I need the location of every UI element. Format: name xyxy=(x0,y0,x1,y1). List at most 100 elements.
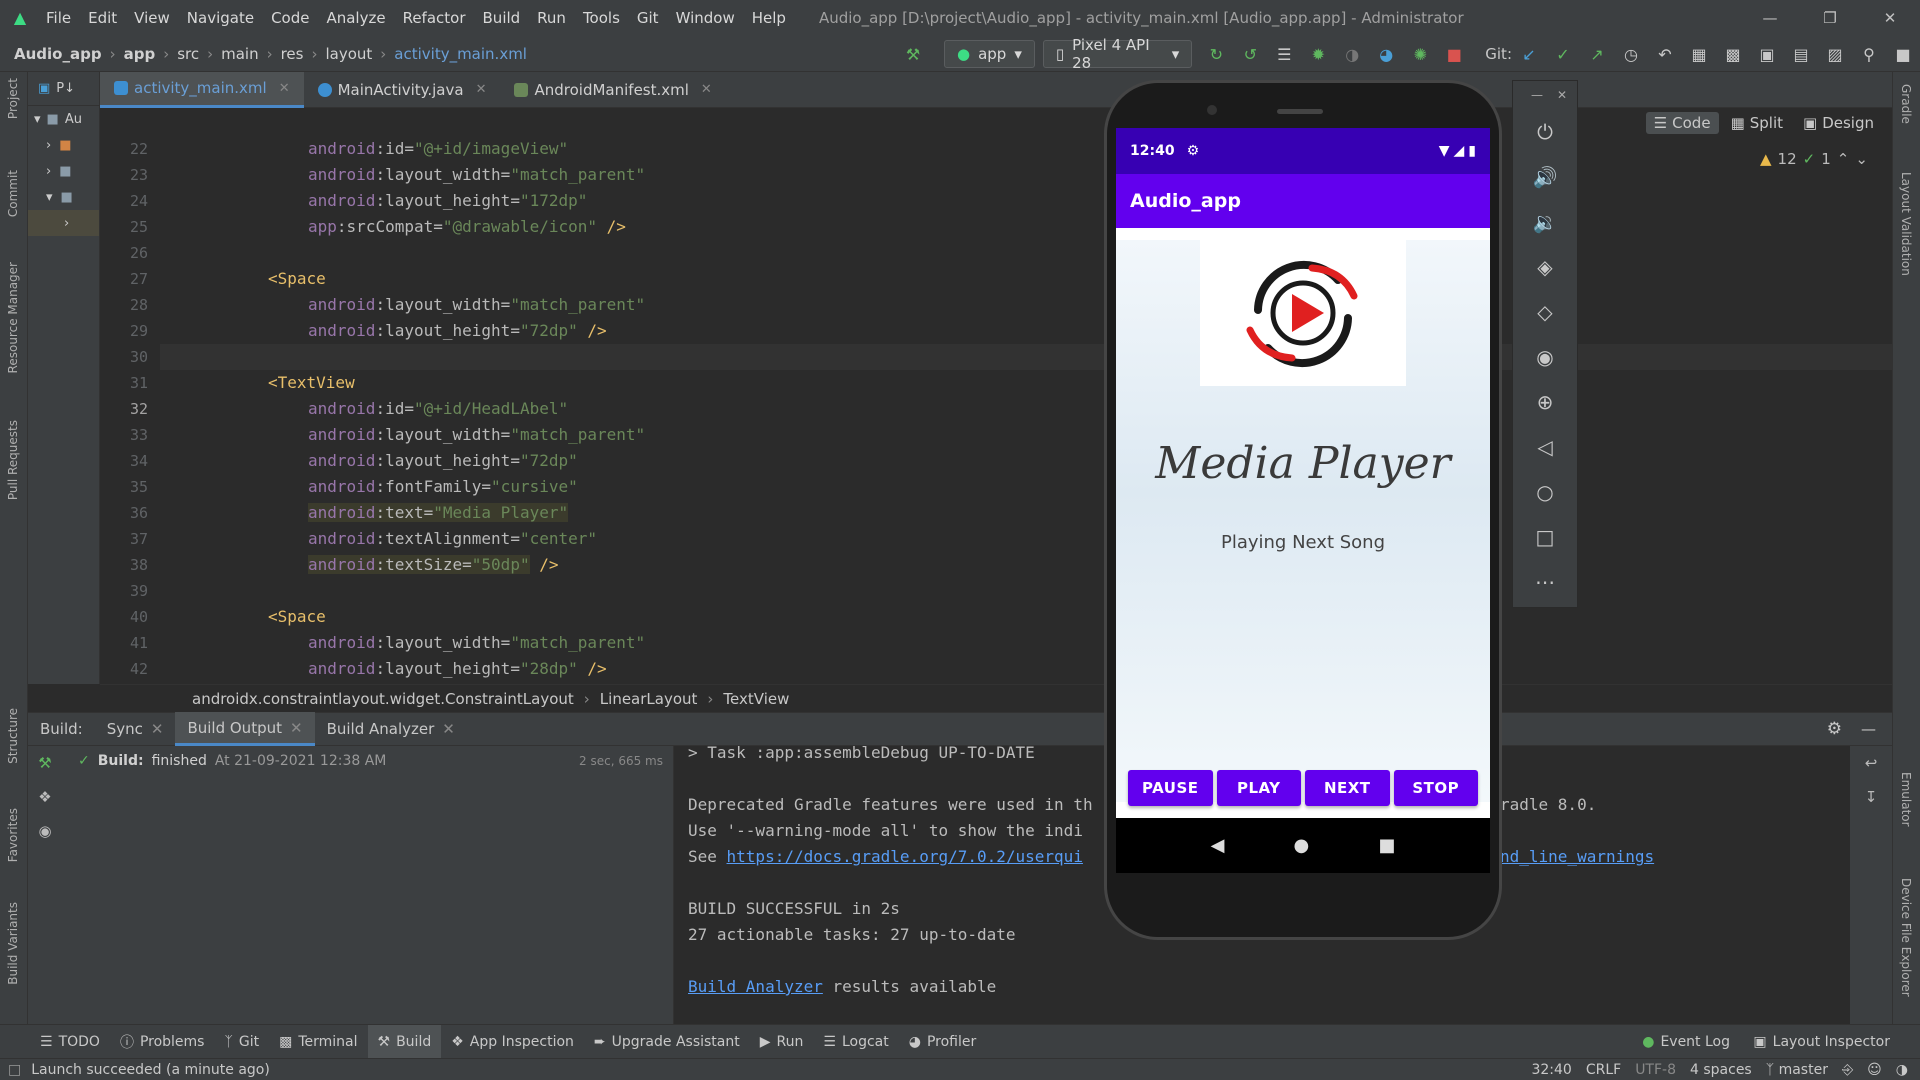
status-window-icon[interactable]: □ xyxy=(8,1062,21,1078)
gradle-docs-link-tail[interactable]: nd_line_warnings xyxy=(1500,844,1654,870)
volume-up-icon[interactable]: 🔊 xyxy=(1513,154,1577,199)
project-root-item[interactable]: ▾ ■ Au xyxy=(28,106,99,132)
soft-wrap-icon[interactable]: ↩ xyxy=(1850,746,1892,780)
tab-build-output[interactable]: Build Output ✕ xyxy=(175,712,315,746)
git-branch[interactable]: ᛉ master xyxy=(1766,1062,1828,1078)
tool-run[interactable]: ▶ Run xyxy=(750,1025,814,1059)
hide-panel-icon[interactable]: — xyxy=(1861,720,1876,738)
menu-run[interactable]: Run xyxy=(537,9,566,27)
code-editor[interactable]: ☰ Code ▦ Split ▣ Design ▲ 12 ✓ 1 ⌃ ⌄ 22 23 24… xyxy=(100,108,1892,684)
lock-icon[interactable]: ⎆ xyxy=(1842,1062,1853,1078)
breadcrumb-file[interactable]: activity_main.xml xyxy=(394,45,527,63)
tool-todo[interactable]: ☰ TODO xyxy=(30,1025,110,1059)
tab-build-analyzer[interactable]: Build Analyzer ✕ xyxy=(315,712,467,746)
tool-pull-requests[interactable]: Pull Requests xyxy=(6,420,20,500)
gear-icon[interactable]: ⚙ xyxy=(1827,719,1842,739)
file-encoding[interactable]: UTF-8 xyxy=(1635,1062,1676,1078)
git-push-icon[interactable]: ↗ xyxy=(1583,40,1611,68)
apply-code-changes-icon[interactable]: ↺ xyxy=(1236,40,1264,68)
coverage-icon[interactable]: ◑ xyxy=(1338,40,1366,68)
pin-icon[interactable]: ❖ xyxy=(28,780,62,814)
device-manager-icon[interactable]: ▨ xyxy=(1821,40,1849,68)
tool-device-file-explorer[interactable]: Device File Explorer xyxy=(1899,878,1913,997)
rotate-right-icon[interactable]: ◇ xyxy=(1513,289,1577,334)
play-button[interactable]: PLAY xyxy=(1216,770,1301,806)
build-tree-item[interactable]: ✓ Build: finished At 21-09-2021 12:38 AM… xyxy=(62,746,673,776)
breadcrumb-src[interactable]: src xyxy=(177,45,199,63)
tool-layout-inspector[interactable]: ▣ Layout Inspector xyxy=(1743,1025,1900,1059)
breadcrumb-layout[interactable]: layout xyxy=(325,45,372,63)
tool-build[interactable]: ⚒ Build xyxy=(367,1024,442,1059)
menu-navigate[interactable]: Navigate xyxy=(187,9,254,27)
breadcrumb-linear-layout[interactable]: LinearLayout xyxy=(600,690,698,708)
tab-activity-main[interactable]: activity_main.xml ✕ xyxy=(100,71,304,108)
run-config-select[interactable]: ● app ▾ xyxy=(944,40,1035,68)
close-icon[interactable]: ✕ xyxy=(1860,0,1920,36)
minimize-icon[interactable]: — xyxy=(1740,0,1800,36)
sdk-manager-icon[interactable]: ▤ xyxy=(1787,40,1815,68)
breadcrumb-res[interactable]: res xyxy=(281,45,304,63)
tool-logcat[interactable]: ☰ Logcat xyxy=(813,1025,898,1059)
menu-code[interactable]: Code xyxy=(271,9,309,27)
pause-button[interactable]: PAUSE xyxy=(1128,770,1213,806)
scroll-to-end-icon[interactable]: ↧ xyxy=(1850,780,1892,814)
tool-commit[interactable]: Commit xyxy=(6,170,20,217)
close-icon[interactable]: ✕ xyxy=(151,720,164,738)
recents-icon[interactable]: ■ xyxy=(1378,835,1395,856)
line-separator[interactable]: CRLF xyxy=(1586,1062,1621,1078)
smiley-icon[interactable]: ☺ xyxy=(1867,1062,1882,1078)
tool-resource-manager[interactable]: Resource Manager xyxy=(6,262,20,373)
eye-icon[interactable]: ◉ xyxy=(28,814,62,848)
tool-structure[interactable]: Structure xyxy=(6,708,20,764)
project-view-select[interactable]: ▣ P↓ xyxy=(28,72,99,106)
tool-event-log[interactable]: ● Event Log xyxy=(1632,1025,1740,1059)
more-icon[interactable]: ⋯ xyxy=(1513,559,1577,604)
tool-problems[interactable]: ⓘ Problems xyxy=(110,1025,215,1059)
stop-icon[interactable]: ■ xyxy=(1440,40,1468,68)
zoom-icon[interactable]: ⊕ xyxy=(1513,379,1577,424)
menu-view[interactable]: View xyxy=(134,9,170,27)
volume-down-icon[interactable]: 🔉 xyxy=(1513,199,1577,244)
close-icon[interactable]: ✕ xyxy=(1557,88,1567,102)
close-icon[interactable]: ✕ xyxy=(701,82,712,97)
menu-analyze[interactable]: Analyze xyxy=(326,9,385,27)
project-folder-item[interactable]: ▾ ■ xyxy=(28,184,99,210)
tool-layout-validation[interactable]: Layout Validation xyxy=(1899,172,1913,276)
overview-icon[interactable]: □ xyxy=(1513,514,1577,559)
tool-gradle[interactable]: Gradle xyxy=(1899,84,1913,124)
tool-emulator[interactable]: Emulator xyxy=(1899,772,1913,827)
debug-icon[interactable]: ✹ xyxy=(1304,40,1332,68)
menu-tools[interactable]: Tools xyxy=(583,9,620,27)
menu-build[interactable]: Build xyxy=(483,9,521,27)
menu-file[interactable]: File xyxy=(46,9,71,27)
hammer-icon[interactable]: ⚒ xyxy=(899,40,927,68)
tab-sync[interactable]: Sync ✕ xyxy=(95,712,176,746)
apply-changes-icon[interactable]: ↻ xyxy=(1202,40,1230,68)
git-update-icon[interactable]: ↙ xyxy=(1515,40,1543,68)
rollback-icon[interactable]: ↶ xyxy=(1651,40,1679,68)
tool-project[interactable]: Project xyxy=(6,78,20,119)
home-icon[interactable]: ○ xyxy=(1513,469,1577,514)
project-folder-item[interactable]: › ■ xyxy=(28,158,99,184)
breadcrumb-project[interactable]: Audio_app xyxy=(14,45,102,63)
tool-profiler[interactable]: ◕ Profiler xyxy=(899,1025,987,1059)
tool-favorites[interactable]: Favorites xyxy=(6,808,20,862)
rotate-left-icon[interactable]: ◈ xyxy=(1513,244,1577,289)
chevron-up-icon[interactable]: ⌃ xyxy=(1837,150,1850,168)
menu-window[interactable]: Window xyxy=(676,9,735,27)
close-icon[interactable]: ✕ xyxy=(442,720,455,738)
breadcrumb-constraint-layout[interactable]: androidx.constraintlayout.widget.Constra… xyxy=(192,690,574,708)
tab-android-manifest[interactable]: AndroidManifest.xml ✕ xyxy=(500,72,725,108)
run-list-icon[interactable]: ☰ xyxy=(1270,40,1298,68)
hammer-icon[interactable]: ⚒ xyxy=(28,746,62,780)
back-icon[interactable]: ◀ xyxy=(1211,835,1225,856)
breadcrumb-app[interactable]: app xyxy=(124,45,156,63)
gradle-docs-link[interactable]: https://docs.gradle.org/7.0.2/userqui xyxy=(727,847,1083,866)
profile-icon[interactable]: ◕ xyxy=(1372,40,1400,68)
chevron-down-icon[interactable]: ⌄ xyxy=(1855,150,1868,168)
view-design-button[interactable]: ▣ Design xyxy=(1795,112,1882,134)
avd-manager-icon[interactable]: ▣ xyxy=(1753,40,1781,68)
menu-git[interactable]: Git xyxy=(637,9,659,27)
close-icon[interactable]: ✕ xyxy=(476,82,487,97)
attach-debugger-icon[interactable]: ✺ xyxy=(1406,40,1434,68)
